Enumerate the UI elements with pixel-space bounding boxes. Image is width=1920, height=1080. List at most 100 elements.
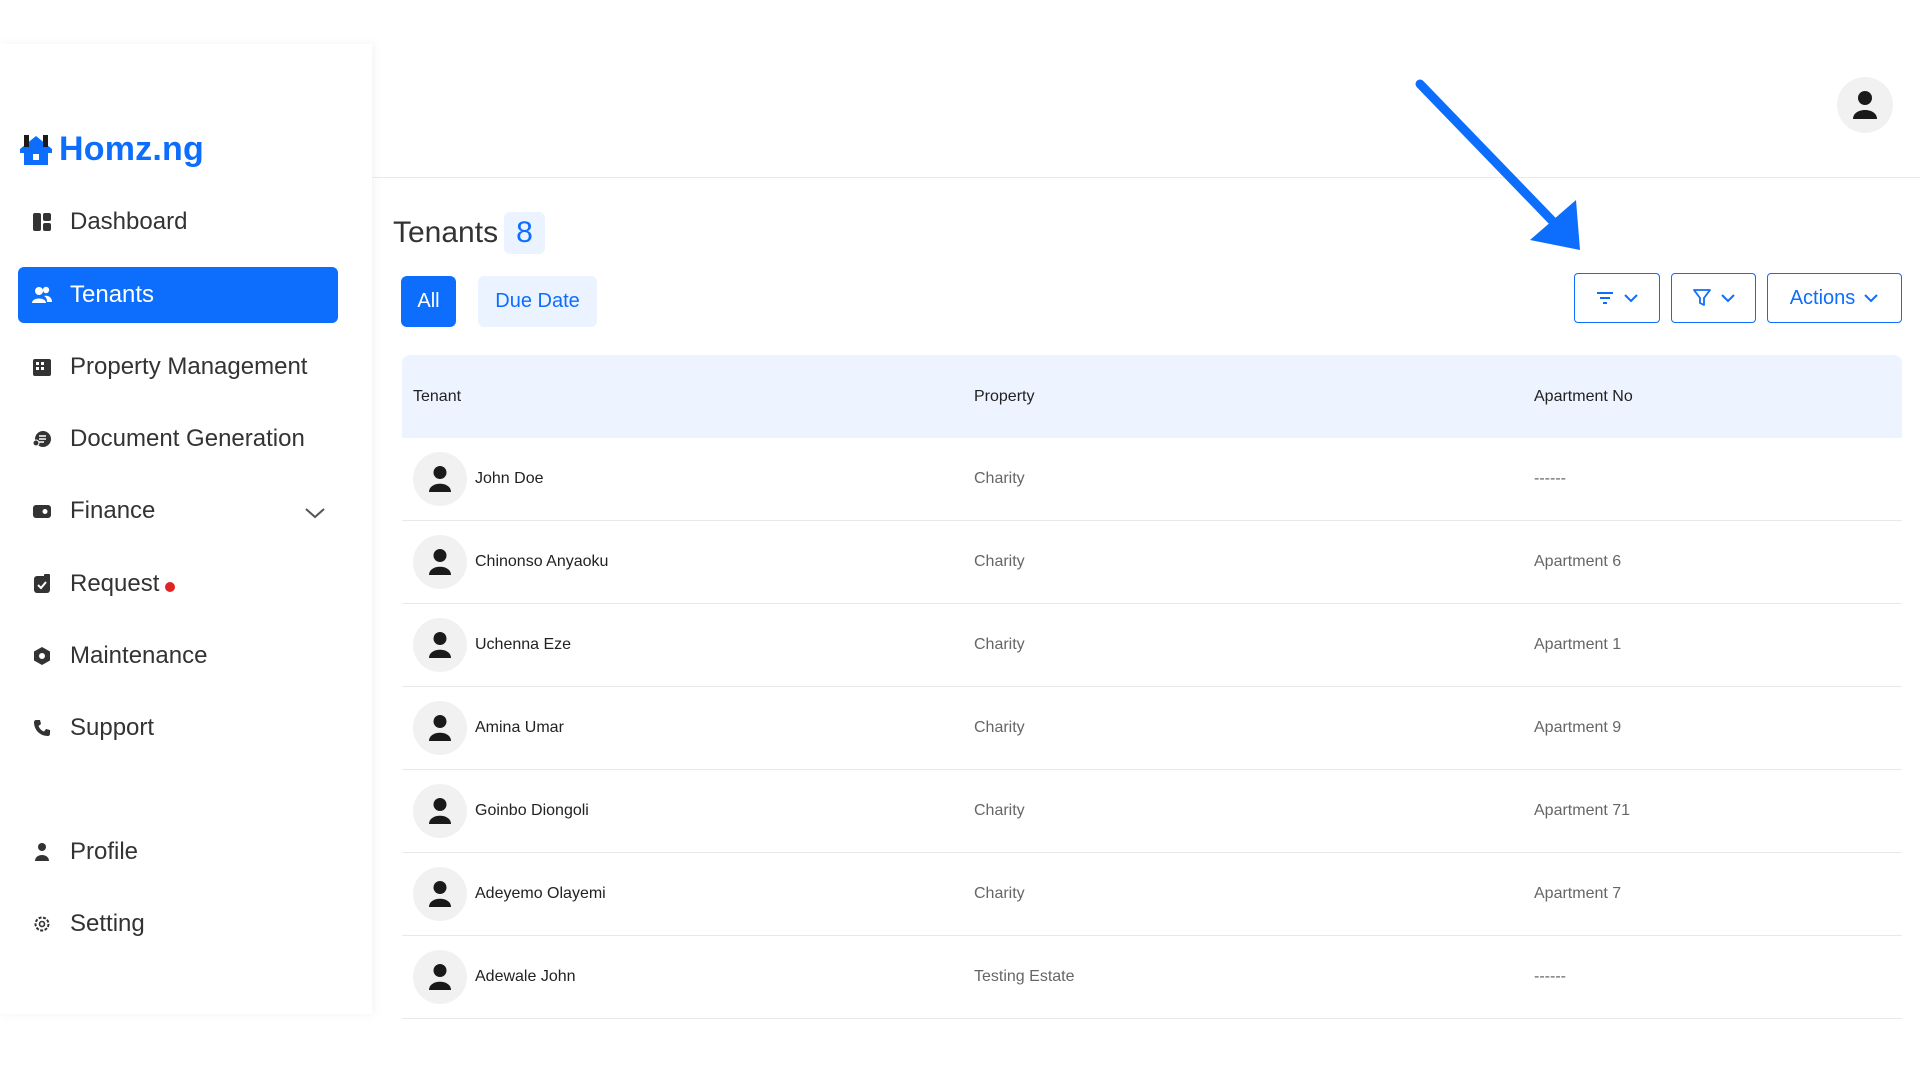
tab-all[interactable]: All: [401, 276, 456, 327]
sort-button[interactable]: [1574, 273, 1660, 323]
sidebar-item-support[interactable]: Support: [18, 700, 338, 756]
property-cell: Charity: [974, 636, 1025, 653]
table-body: John Doe Charity ------ Chinonso Anyaoku Cha…: [402, 438, 1902, 1019]
table-row[interactable]: Adewale John Testing Estate ------: [402, 936, 1902, 1019]
page-title-text: Tenants: [393, 216, 499, 249]
sidebar-item-maintenance[interactable]: Maintenance: [18, 628, 338, 684]
table-row[interactable]: John Doe Charity ------: [402, 438, 1902, 521]
apartment-cell: Apartment 7: [1534, 885, 1622, 902]
tenant-cell: Uchenna Eze: [413, 618, 571, 672]
tenant-avatar: [413, 535, 467, 589]
sidebar-item-label: Support: [70, 714, 155, 741]
tenant-cell: Adewale John: [413, 950, 576, 1004]
table-row[interactable]: Goinbo Diongoli Charity Apartment 71: [402, 770, 1902, 853]
sidebar-item-request[interactable]: Request: [18, 556, 338, 612]
apartment-cell: Apartment 1: [1534, 636, 1622, 653]
user-icon: [429, 632, 451, 658]
sidebar-item-label: Property Management: [70, 353, 308, 380]
sidebar-item-tenants[interactable]: Tenants: [18, 267, 338, 323]
table-header: Tenant Property Apartment No: [402, 355, 1902, 438]
sidebar-item-document-generation[interactable]: Document Generation: [18, 411, 338, 467]
column-header-property[interactable]: Property: [974, 388, 1034, 406]
tenant-name[interactable]: Chinonso Anyaoku: [475, 553, 608, 571]
tenant-cell: Chinonso Anyaoku: [413, 535, 608, 589]
top-header: [372, 0, 1920, 178]
tenant-name[interactable]: Amina Umar: [475, 719, 564, 737]
table-row[interactable]: Adeyemo Olayemi Charity Apartment 7: [402, 853, 1902, 936]
user-icon: [429, 881, 451, 907]
apartment-cell: ------: [1534, 968, 1566, 985]
brand-logo[interactable]: Homz.ng: [17, 130, 204, 169]
tenant-avatar: [413, 452, 467, 506]
user-icon: [429, 715, 451, 741]
user-icon: [429, 549, 451, 575]
property-cell: Charity: [974, 470, 1025, 487]
chevron-down-icon: [1864, 294, 1879, 303]
house-logo-icon: [20, 134, 52, 165]
column-header-tenant[interactable]: Tenant: [413, 388, 461, 406]
sidebar-item-label: Dashboard: [70, 208, 188, 235]
request-icon: [30, 572, 54, 596]
tenant-name[interactable]: Adeyemo Olayemi: [475, 885, 606, 903]
user-icon: [429, 798, 451, 824]
sidebar-item-finance[interactable]: Finance: [18, 483, 338, 539]
tenant-name[interactable]: Uchenna Eze: [475, 636, 571, 654]
apartment-cell: ------: [1534, 470, 1566, 487]
sort-lines-icon: [1597, 292, 1613, 304]
tenant-cell: Adeyemo Olayemi: [413, 867, 606, 921]
table-row[interactable]: Amina Umar Charity Apartment 9: [402, 687, 1902, 770]
page-title: Tenants 8: [393, 212, 545, 254]
user-icon: [1853, 91, 1877, 119]
table-row[interactable]: Uchenna Eze Charity Apartment 1: [402, 604, 1902, 687]
brand-name: Homz.ng: [59, 130, 204, 168]
filter-button[interactable]: [1671, 273, 1756, 323]
table-row[interactable]: Chinonso Anyaoku Charity Apartment 6: [402, 521, 1902, 604]
gear-icon: [30, 912, 54, 936]
tenant-name[interactable]: John Doe: [475, 470, 544, 488]
chevron-down-icon: [1624, 294, 1638, 303]
tab-due-date[interactable]: Due Date: [478, 276, 597, 327]
annotation-arrow-icon: [1415, 79, 1580, 250]
wallet-icon: [30, 499, 54, 523]
building-icon: [30, 355, 54, 379]
apartment-cell: Apartment 71: [1534, 802, 1631, 819]
user-icon: [429, 964, 451, 990]
apartment-cell: Apartment 6: [1534, 553, 1622, 570]
property-cell: Charity: [974, 802, 1025, 819]
sidebar-item-label: Setting: [70, 910, 145, 937]
sidebar-item-dashboard[interactable]: Dashboard: [18, 194, 338, 250]
column-header-apartment[interactable]: Apartment No: [1534, 388, 1633, 406]
sidebar-item-label: Finance: [70, 497, 156, 524]
sidebar-item-label: Maintenance: [70, 642, 208, 669]
tenant-name[interactable]: Goinbo Diongoli: [475, 802, 589, 820]
sidebar-item-label: Profile: [70, 838, 139, 865]
tenants-table: Tenant Property Apartment No John Doe Cha…: [402, 355, 1902, 1019]
tenant-cell: Goinbo Diongoli: [413, 784, 589, 838]
chevron-down-icon: [1720, 294, 1735, 303]
tenant-cell: Amina Umar: [413, 701, 564, 755]
tenant-count-badge: 8: [504, 212, 545, 254]
user-icon: [429, 466, 451, 492]
apartment-cell: Apartment 9: [1534, 719, 1622, 736]
tenant-cell: John Doe: [413, 452, 544, 506]
user-avatar-button[interactable]: [1837, 77, 1893, 133]
tenant-avatar: [413, 784, 467, 838]
dashboard-icon: [30, 210, 54, 234]
filter-funnel-icon: [1692, 289, 1711, 306]
property-cell: Charity: [974, 553, 1025, 570]
users-icon: [30, 283, 54, 307]
sidebar-item-setting[interactable]: Setting: [18, 896, 338, 952]
sidebar-item-label: Request: [70, 570, 160, 597]
actions-button[interactable]: Actions: [1767, 273, 1902, 323]
sidebar-item-profile[interactable]: Profile: [18, 824, 338, 880]
tenant-avatar: [413, 701, 467, 755]
maintenance-icon: [30, 644, 54, 668]
tenant-name[interactable]: Adewale John: [475, 968, 576, 986]
document-icon: [30, 427, 54, 451]
chevron-down-icon[interactable]: [304, 499, 326, 527]
property-cell: Testing Estate: [974, 968, 1075, 985]
tenant-avatar: [413, 950, 467, 1004]
phone-icon: [30, 716, 54, 740]
sidebar: Homz.ng Dashboard Tenants Property Manag…: [0, 44, 372, 1014]
sidebar-item-property-management[interactable]: Property Management: [18, 339, 338, 395]
